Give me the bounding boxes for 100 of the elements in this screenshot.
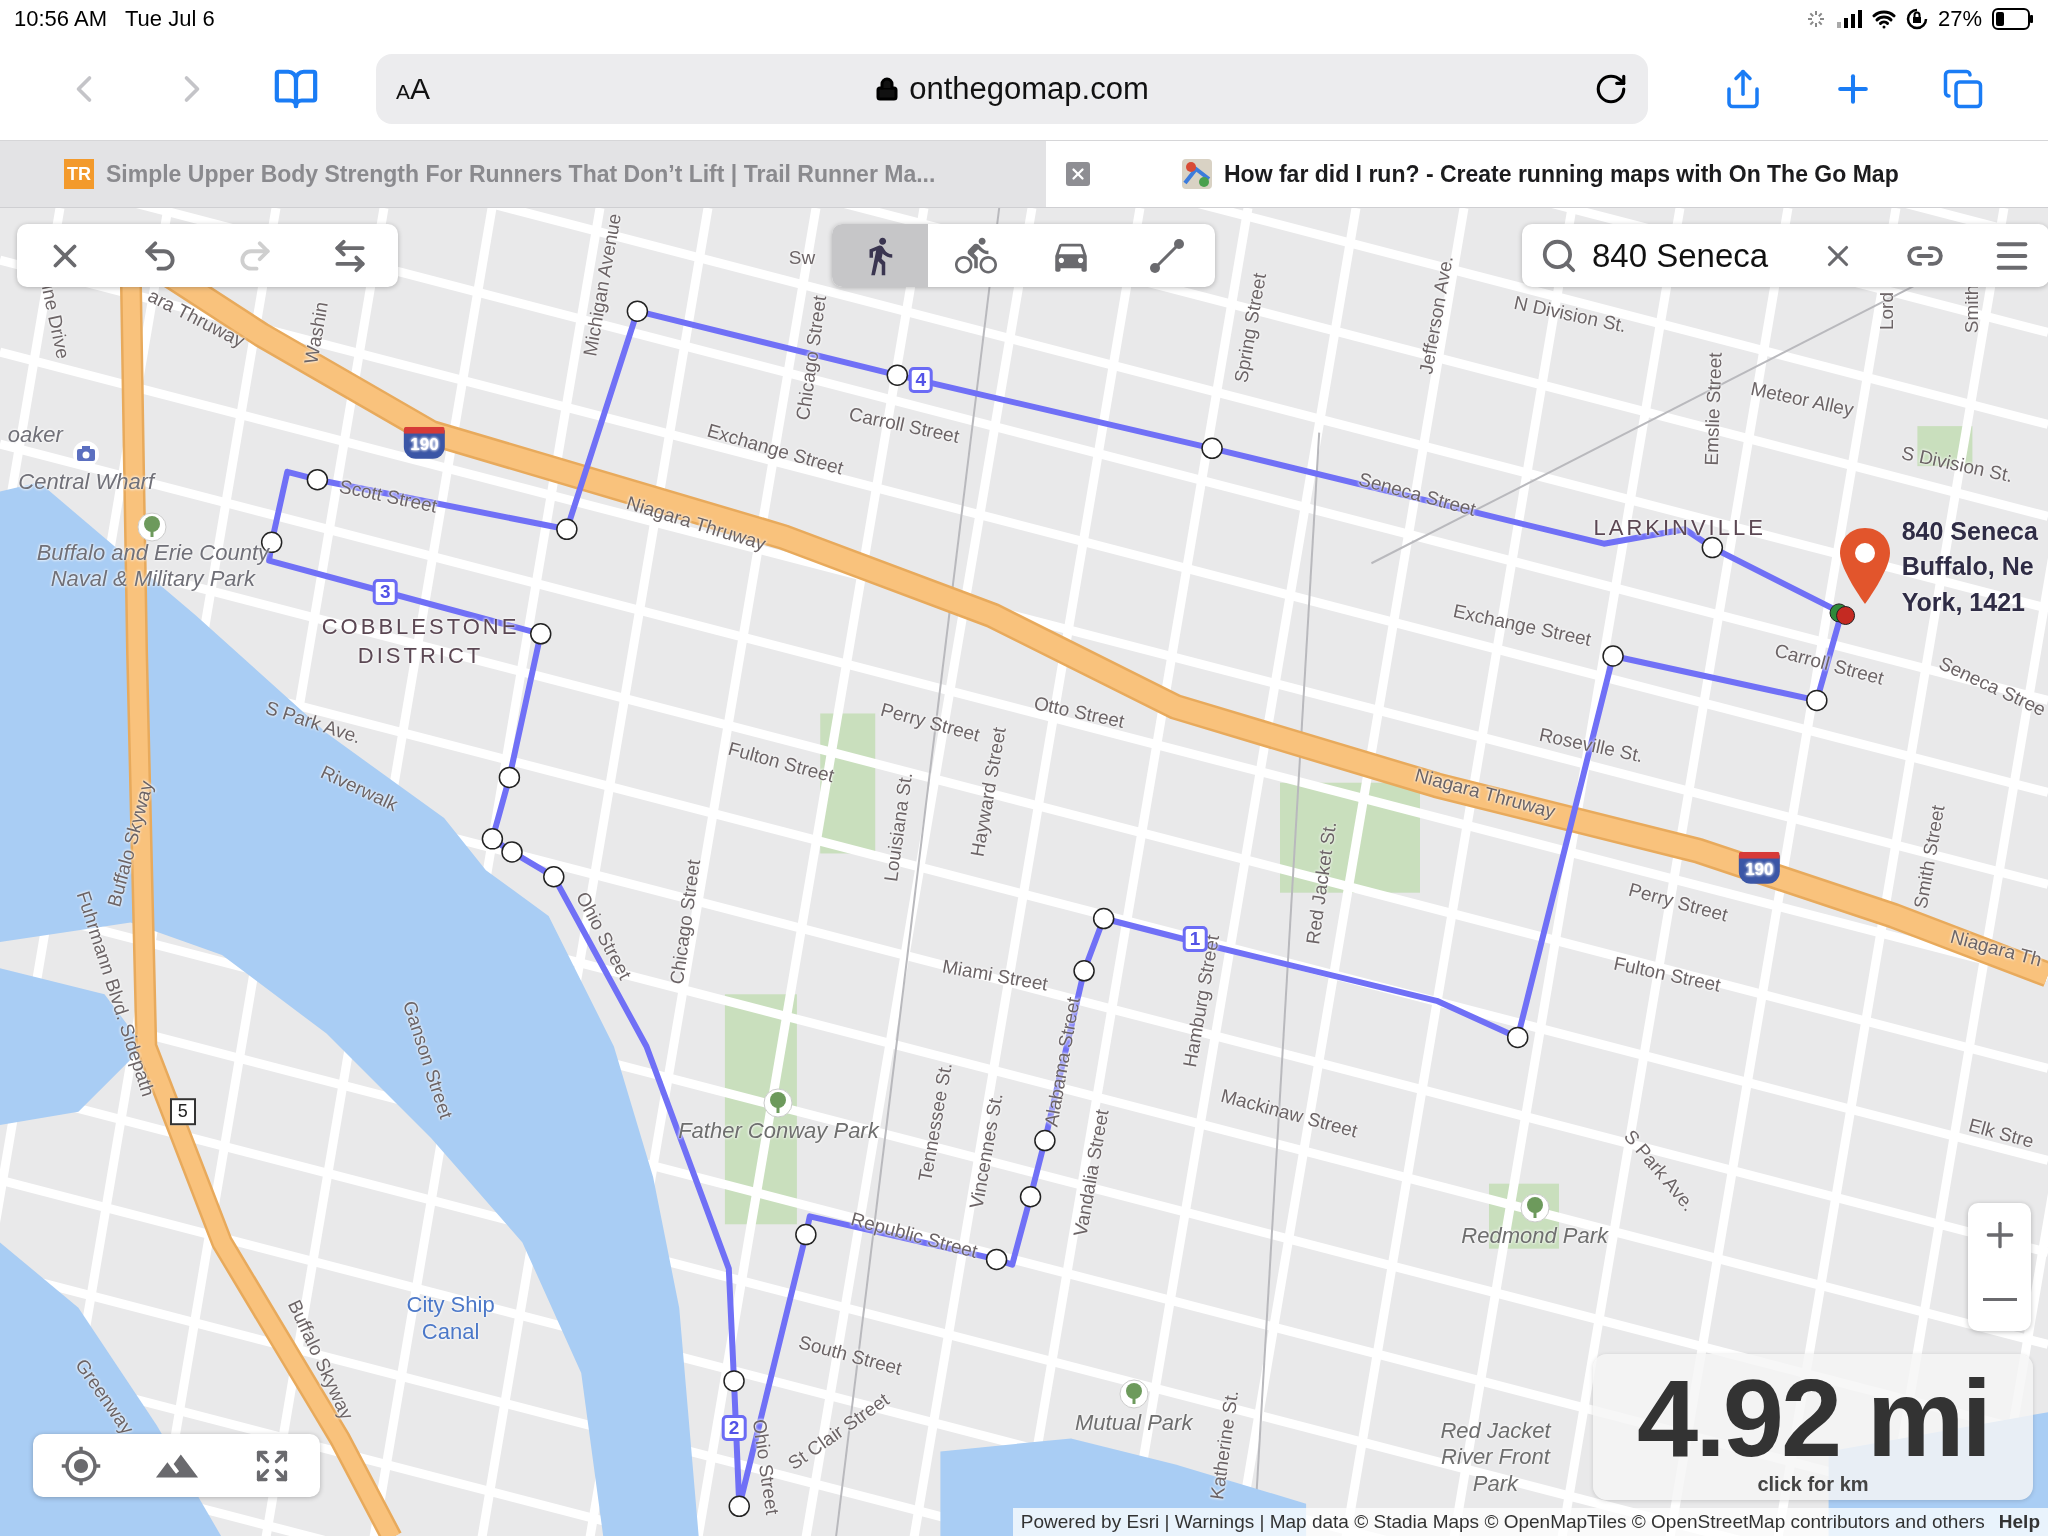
url-text[interactable]: onthegomap.com — [909, 71, 1149, 107]
street-label: N Division St. — [1511, 292, 1629, 339]
waypoint-marker[interactable] — [530, 623, 552, 645]
orientation-lock-icon — [1905, 8, 1928, 30]
text-size-button[interactable]: AA — [396, 72, 431, 106]
segment-number: 4 — [908, 367, 934, 394]
street-label: Otto Street — [1031, 692, 1127, 735]
street-label: Fulton Street — [1611, 952, 1723, 998]
battery-icon — [1992, 8, 2034, 30]
district-label: LARKINVILLE — [1593, 514, 1766, 543]
street-label: Carroll Street — [1771, 639, 1886, 691]
waypoint-marker[interactable] — [481, 828, 504, 850]
street-label: Washin — [300, 300, 334, 367]
street-label: Meteor Alley — [1748, 378, 1856, 422]
search-field[interactable]: 840 Seneca — [1592, 236, 1787, 275]
waypoint-marker[interactable] — [556, 518, 578, 541]
street-label: Jefferson Ave. — [1415, 254, 1458, 376]
street-label: Roseville St. — [1536, 724, 1645, 769]
close-icon — [1069, 165, 1087, 183]
street-label: Perry Street — [1626, 878, 1731, 927]
street-label: Niagara Th — [1947, 925, 2044, 972]
street-label: Red Jacket St. — [1301, 820, 1341, 946]
unit-toggle-hint: click for km — [1757, 1473, 1869, 1496]
browser-tab[interactable]: How far did I run? - Create running maps with On The Go Map — [1046, 141, 2048, 207]
waypoint-marker[interactable] — [728, 1495, 750, 1518]
location-pin-icon — [1838, 525, 1893, 606]
status-date: Tue Jul 6 — [124, 6, 215, 32]
battery-percent: 27% — [1937, 6, 1982, 32]
waypoint-marker[interactable] — [626, 300, 649, 322]
street-label: Ganson Street — [398, 997, 457, 1122]
segment-number: 1 — [1182, 926, 1208, 953]
lock-icon — [875, 77, 900, 101]
waypoint-marker[interactable] — [306, 468, 329, 491]
waypoint-marker[interactable] — [498, 766, 521, 789]
street-label: S Division St. — [1898, 442, 2015, 489]
street-label: Sw — [788, 246, 816, 269]
distance-panel[interactable]: 4.92 mi click for km — [1593, 1354, 2033, 1500]
street-label: Lord — [1875, 292, 1898, 331]
waypoint-marker[interactable] — [1602, 645, 1624, 667]
waypoint-marker[interactable] — [543, 866, 565, 888]
address-label: York, 1421 — [1901, 587, 2025, 618]
street-label: Scott Street — [337, 475, 439, 519]
help-link[interactable]: Help — [1998, 1511, 2040, 1533]
segment-number: 3 — [373, 579, 398, 605]
street-label: Chicago Street — [792, 294, 832, 422]
waypoint-marker[interactable] — [1506, 1026, 1529, 1049]
activity-spinner-icon — [1805, 9, 1826, 29]
street-label: Spring Street — [1230, 271, 1272, 385]
waypoint-marker[interactable] — [1201, 437, 1223, 460]
street-label: Seneca Street — [1356, 468, 1479, 522]
waypoint-marker[interactable] — [501, 841, 523, 863]
waypoint-marker[interactable] — [886, 364, 909, 386]
tree-icon — [1118, 1378, 1149, 1409]
street-label: Vincennes St. — [966, 1091, 1009, 1211]
waypoint-marker[interactable] — [1073, 960, 1095, 982]
site-favicon: TR — [64, 159, 94, 189]
street-label: Ohio Street — [748, 1417, 784, 1517]
segment-number: 2 — [721, 1414, 747, 1441]
waypoint-marker[interactable] — [1701, 536, 1724, 559]
street-label: Miami Street — [940, 955, 1050, 997]
tabs-icon — [1942, 68, 1984, 110]
map-favicon-icon — [1182, 159, 1212, 189]
park-label: Mutual Park — [1075, 1409, 1193, 1436]
water-label: City Ship Canal — [405, 1291, 496, 1345]
tree-icon — [1519, 1193, 1550, 1224]
attribution-text: Powered by Esri | Warnings | Map data © Stadia Maps © OpenMapTiles © OpenStreetMap contributors and others — [1020, 1511, 1985, 1533]
street-label: Exchange Street — [1450, 600, 1593, 652]
waypoint-marker[interactable] — [723, 1370, 745, 1392]
street-label: Louisiana St. — [879, 771, 917, 884]
tab-title: Simple Upper Body Strength For Runners That Don’t Lift | Trail Runner Ma... — [106, 160, 936, 188]
address-label: 840 Seneca — [1901, 515, 2038, 546]
waypoint-marker[interactable] — [1092, 907, 1115, 930]
status-time: 10:56 AM — [14, 6, 107, 32]
distance-value: 4.92 mi — [1637, 1363, 1989, 1473]
reload-icon[interactable] — [1594, 72, 1628, 106]
street-label: Smith Street — [1910, 803, 1950, 911]
close-tab-button[interactable] — [1066, 162, 1090, 186]
waypoint-marker[interactable] — [795, 1223, 817, 1246]
tab-title: How far did I run? - Create running maps with On The Go Map — [1224, 160, 1899, 188]
waypoint-marker[interactable] — [1019, 1186, 1042, 1208]
street-label: Carroll Street — [846, 403, 961, 449]
street-label: Elk Stre — [1965, 1114, 2037, 1154]
signal-icon — [1835, 9, 1862, 29]
street-label: Republic Street — [848, 1208, 980, 1264]
street-label: Michigan Avenue — [579, 212, 627, 359]
waypoint-marker[interactable] — [985, 1248, 1008, 1271]
street-label: Perry Street — [878, 698, 982, 747]
waypoint-marker[interactable] — [1806, 689, 1828, 712]
street-label: Tennessee St. — [914, 1061, 958, 1184]
district-label: COBBLESTONE DISTRICT — [320, 612, 521, 671]
highway-shield: 190 — [1739, 851, 1780, 884]
waypoint-marker[interactable] — [1034, 1129, 1056, 1152]
park-label: Red Jacket River Front Park — [1439, 1418, 1553, 1498]
street-label: South Street — [796, 1331, 905, 1381]
address-label: Buffalo, Ne — [1901, 550, 2034, 581]
start-marker — [1829, 603, 1856, 625]
street-label: Emslie Street — [1700, 352, 1727, 466]
walk-mode-button[interactable] — [832, 224, 928, 287]
street-label: Fulton Street — [725, 738, 837, 789]
place-label: oaker — [7, 422, 63, 449]
